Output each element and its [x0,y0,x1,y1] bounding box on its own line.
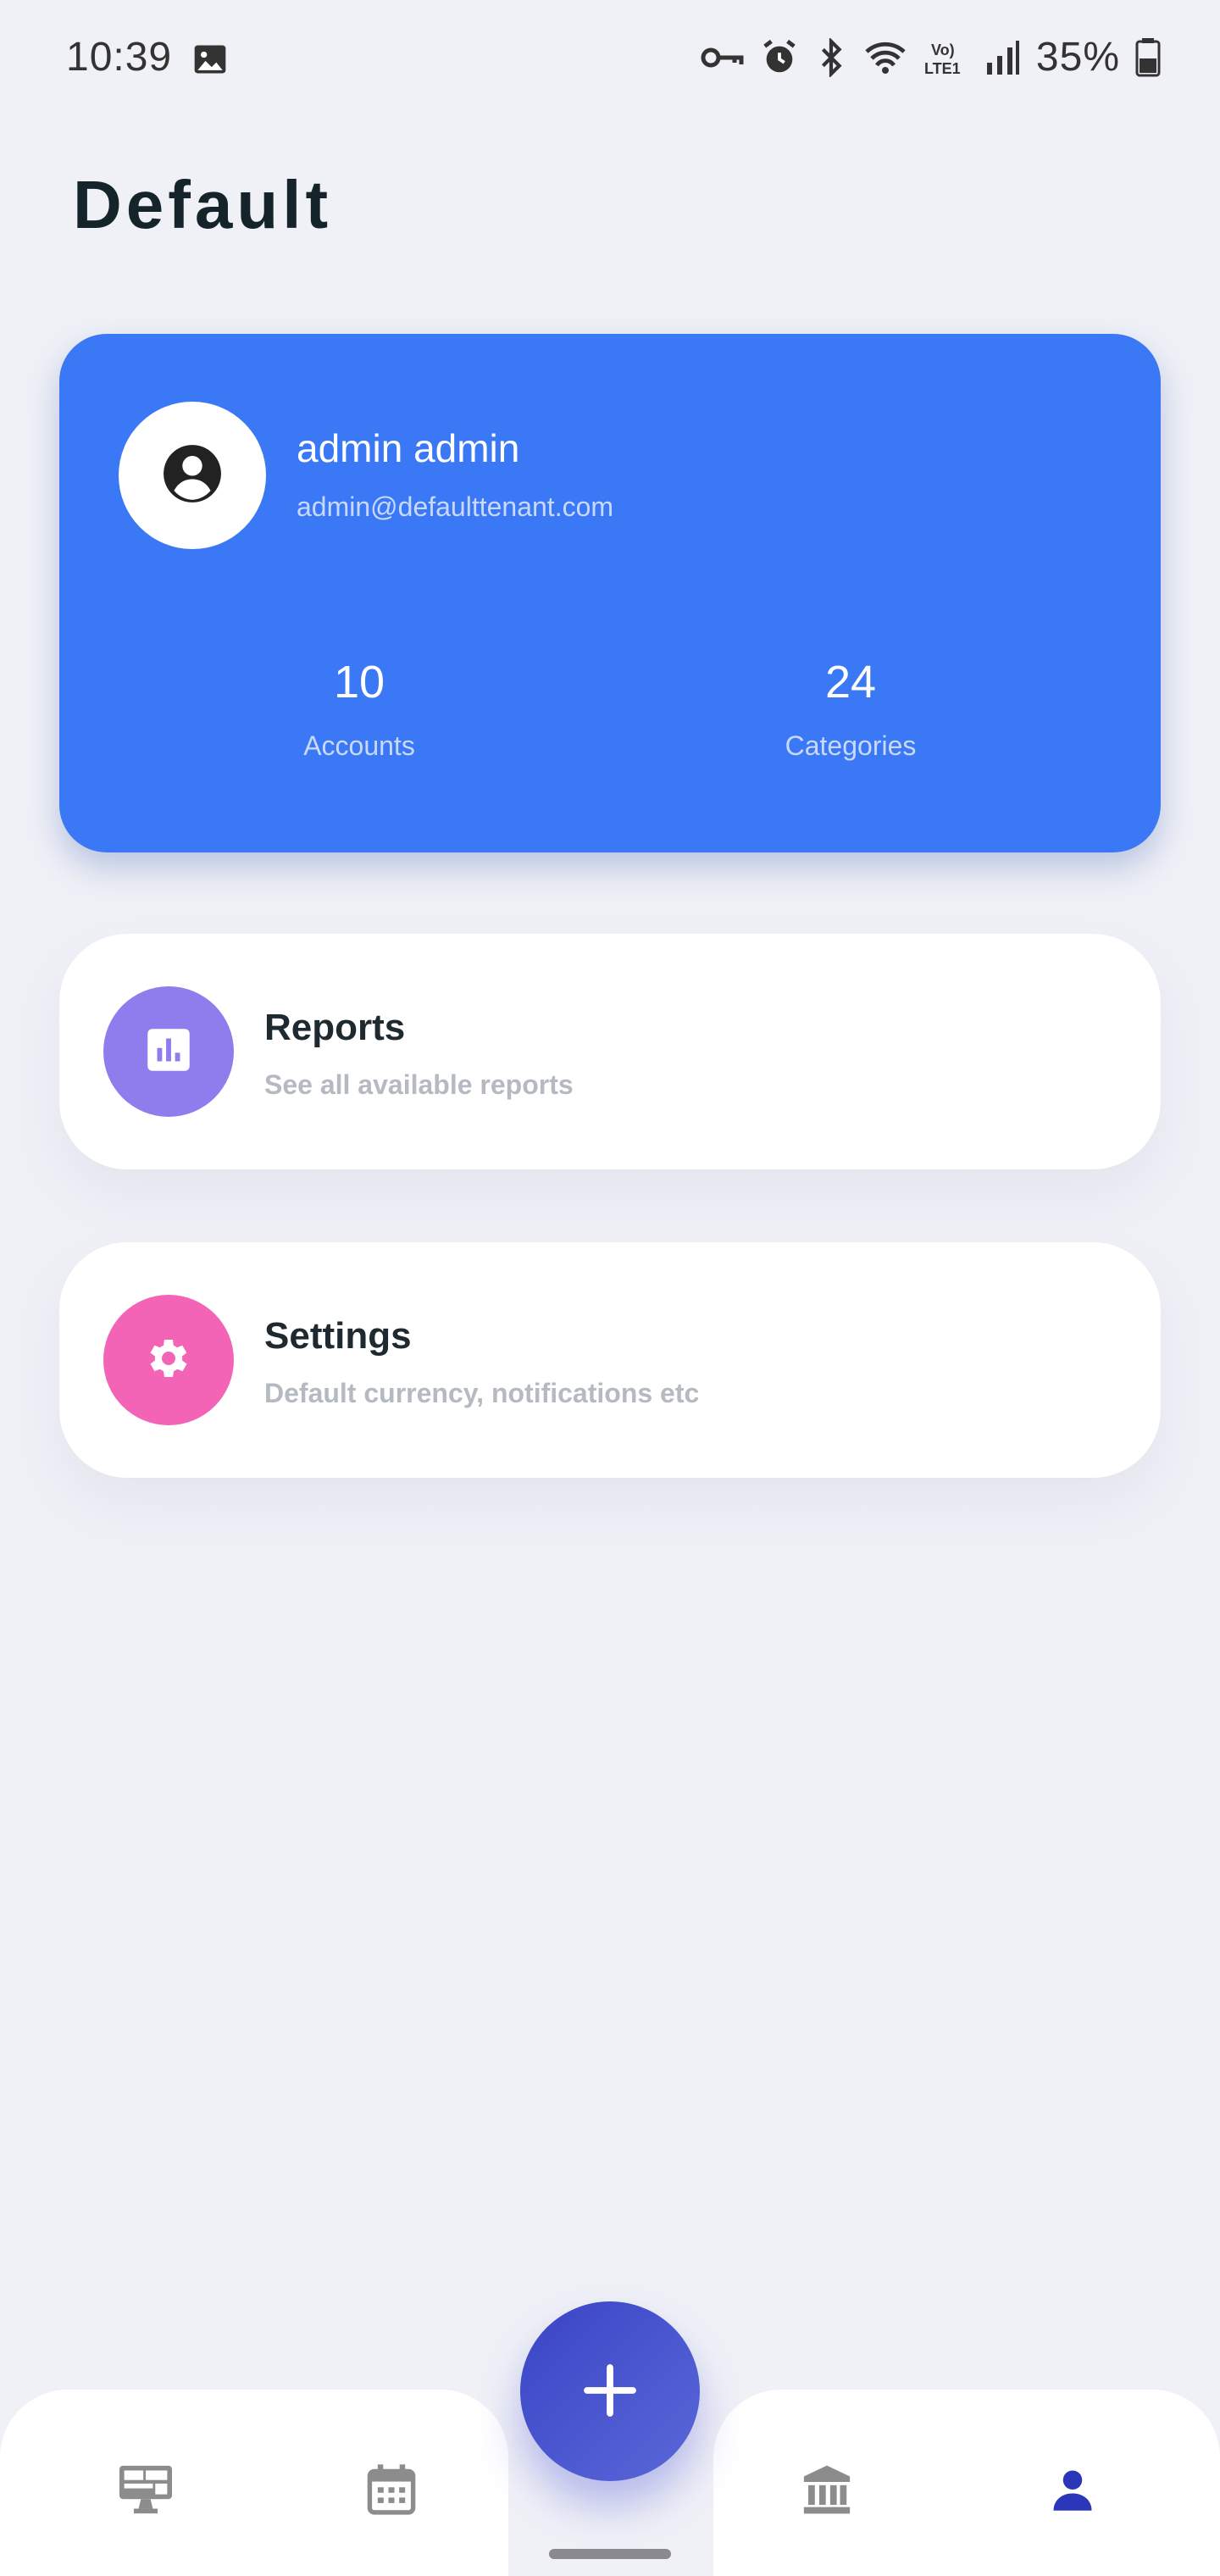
stat-value: 10 [333,657,385,708]
battery-percent: 35% [1035,35,1120,80]
profile-name: admin admin [297,426,520,470]
page-title: Default [73,167,333,242]
home-indicator [549,2549,671,2559]
settings-subtitle: Default currency, notifications etc [264,1378,700,1408]
bluetooth-icon [814,37,848,77]
profile-email: admin@defaulttenant.com [297,491,614,522]
nav-profile[interactable] [1042,2461,1103,2522]
nav-accounts[interactable] [796,2461,857,2522]
profile-card: admin admin admin@defaulttenant.com 10 A… [59,334,1161,852]
signal-icon [984,39,1021,76]
wifi-icon [863,38,909,77]
reports-icon-circle [103,986,234,1117]
plus-icon [580,2360,640,2423]
reports-title: Reports [264,1007,406,1048]
nav-dashboard[interactable] [115,2461,176,2522]
settings-title: Settings [264,1315,412,1357]
bar-chart-icon [146,1027,191,1077]
dashboard-icon [117,2463,175,2520]
volte-lte-icon: Vo) LTE1 [924,38,968,77]
battery-icon [1135,37,1161,77]
nav-calendar[interactable] [361,2461,422,2522]
reports-subtitle: See all available reports [264,1069,574,1100]
calendar-icon [366,2463,417,2520]
bank-icon [801,2463,853,2520]
avatar[interactable] [119,402,266,549]
person-icon [1050,2467,1095,2517]
key-icon [701,41,745,75]
add-button[interactable] [520,2301,700,2481]
bottom-nav-left [0,2390,508,2576]
settings-menu-item[interactable]: Settings Default currency, notifications… [59,1242,1161,1478]
svg-text:Vo): Vo) [931,42,955,58]
image-icon [191,41,229,78]
stat-label: Categories [785,730,917,761]
stat-accounts[interactable]: 10 Accounts [232,656,486,762]
gear-icon [143,1333,194,1388]
svg-text:LTE1: LTE1 [924,60,961,77]
stat-categories[interactable]: 24 Categories [724,656,978,762]
bottom-nav-right [713,2390,1220,2576]
status-time: 10:39 [66,35,173,80]
stat-label: Accounts [303,730,415,761]
reports-menu-item[interactable]: Reports See all available reports [59,934,1161,1169]
status-icons: Vo) LTE1 35% [701,34,1161,80]
settings-icon-circle [103,1295,234,1425]
alarm-icon [760,38,799,77]
account-circle-icon [161,442,224,509]
stat-value: 24 [824,657,877,708]
